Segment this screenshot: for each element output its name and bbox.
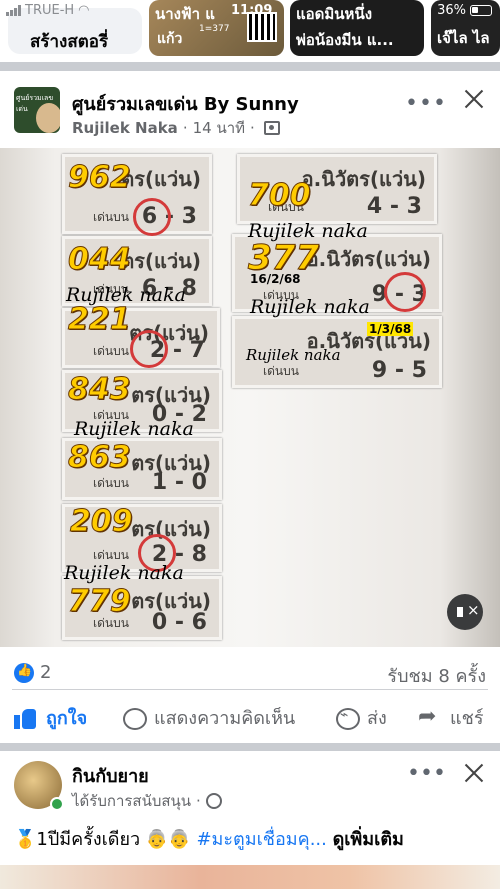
watermark: Rujilek naka xyxy=(248,220,368,242)
post-image[interactable]: ตร(แว่น) เด่นบน 6 - 3 ตร(แว่น) เด่นบน 6 … xyxy=(0,148,500,647)
post-image[interactable] xyxy=(0,865,500,889)
lucky-number: 779 xyxy=(68,584,132,620)
reaction-summary[interactable]: 2 xyxy=(14,662,51,683)
divider xyxy=(12,689,488,690)
audience-icon xyxy=(263,121,280,135)
post-author[interactable]: Rujilek Naka xyxy=(72,119,178,137)
page-avatar[interactable]: ศูนย์รวมเลขเด่น xyxy=(14,87,60,133)
watermark: Rujilek naka xyxy=(64,562,184,584)
sponsored-label[interactable]: ได้รับการสนับสนุน xyxy=(72,789,191,813)
watermark: Rujilek naka xyxy=(250,296,370,318)
watermark: Rujilek naka xyxy=(66,284,186,306)
share-icon xyxy=(418,704,442,729)
story-title: เจ๊ไล ไล xyxy=(437,29,490,47)
wifi-icon: ◠ xyxy=(78,3,90,18)
story-subtitle: แก้ว xyxy=(157,31,183,47)
view-count[interactable]: รับชม 8 ครั้ง xyxy=(387,661,486,690)
feed-separator xyxy=(0,62,500,71)
status-bar: TRUE-H ◠ 11:09 36% xyxy=(0,0,500,22)
lucky-number: 700 xyxy=(248,178,312,214)
post-text: 🥇1ปีมีครั้งเดียว 👵👵 #มะตูมเชื่อมคุ... ดู… xyxy=(14,829,404,850)
highlight-circle xyxy=(133,198,171,236)
battery-icon xyxy=(470,5,492,16)
share-button[interactable]: แชร์ xyxy=(418,703,484,732)
clock: 11:09 xyxy=(231,3,273,18)
post-meta: Rujilek Naka · 14 นาที · xyxy=(72,116,280,140)
comment-icon xyxy=(122,707,147,730)
comment-button[interactable]: แสดงความคิดเห็น xyxy=(122,703,295,732)
watermark: Rujilek naka xyxy=(246,346,341,364)
highlight-circle xyxy=(384,272,426,312)
see-more-link[interactable]: ดูเพิ่มเติม xyxy=(333,829,404,850)
like-reaction-icon xyxy=(14,662,34,683)
lucky-number: 221 xyxy=(68,302,132,338)
lucky-number: 863 xyxy=(68,440,132,476)
post-time[interactable]: 14 นาที xyxy=(193,116,245,140)
story-extra: 1=377 xyxy=(199,24,230,34)
send-button[interactable]: ส่ง xyxy=(335,703,387,732)
online-status-icon xyxy=(50,797,64,811)
more-options-button[interactable]: ••• xyxy=(407,761,446,786)
lucky-number: 044 xyxy=(68,242,132,278)
battery-percent: 36% xyxy=(437,3,466,18)
more-options-button[interactable]: ••• xyxy=(405,91,446,116)
highlight-circle xyxy=(130,330,168,368)
ticket-date: 16/2/68 xyxy=(250,272,301,286)
thumbs-up-icon xyxy=(14,707,38,729)
sponsored-post: กินกับยาย ได้รับการสนับสนุน · ••• 🥇1ปีมี… xyxy=(0,751,500,889)
like-button[interactable]: ถูกใจ xyxy=(14,703,87,732)
story-subtitle: พ่อน้องมีน แ... xyxy=(296,31,394,49)
globe-icon xyxy=(205,793,222,809)
post-page-name[interactable]: กินกับยาย xyxy=(72,761,149,790)
lucky-number: 843 xyxy=(68,372,132,408)
mute-icon[interactable] xyxy=(447,594,483,630)
create-story-label: สร้างสตอรี่ xyxy=(30,32,109,52)
reaction-count: 2 xyxy=(40,662,52,683)
hashtag-link[interactable]: #มะตูมเชื่อมคุ... xyxy=(196,829,326,850)
lucky-number: 209 xyxy=(70,504,134,540)
watermark: Rujilek naka xyxy=(74,418,194,440)
lucky-number: 962 xyxy=(68,160,132,196)
signal-icon xyxy=(6,5,21,16)
messenger-icon xyxy=(335,707,360,730)
post-page-name[interactable]: ศูนย์รวมเลขเด่น By Sunny xyxy=(72,89,299,118)
post-actions: ถูกใจ แสดงความคิดเห็น ส่ง แชร์ xyxy=(0,697,500,737)
post-meta: ได้รับการสนับสนุน · xyxy=(72,789,222,813)
close-icon[interactable] xyxy=(460,759,488,787)
feed-separator xyxy=(0,743,500,751)
ticket-date: 1/3/68 xyxy=(367,322,414,336)
close-icon[interactable] xyxy=(460,85,488,113)
carrier-label: TRUE-H xyxy=(25,3,75,18)
